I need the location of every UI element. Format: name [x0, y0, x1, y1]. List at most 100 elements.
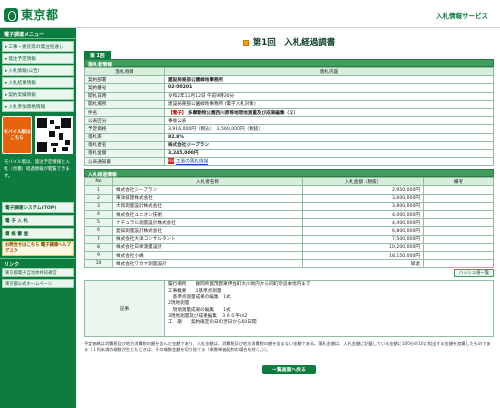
- table-row: 9 株式会社小嶋 18,150,000円: [84, 250, 494, 261]
- col-value-header: 落札内容: [164, 66, 494, 77]
- sidebar-item-bid-notice[interactable]: 入札情報(公告): [2, 65, 74, 76]
- bid-note: [423, 250, 494, 261]
- row-label: 件名: [84, 107, 165, 118]
- sidebar-item-outlook[interactable]: 工事・委託等の発注見通し: [2, 41, 74, 52]
- table-header-row: No 入札者名称 入札金額（税抜） 備考: [84, 177, 494, 187]
- row-value: 82.8%: [164, 132, 494, 142]
- sidebar-heading: 電子調達メニュー: [0, 28, 76, 39]
- sidebar-item-qualification[interactable]: 入札参加資格情報: [2, 101, 74, 112]
- row-value: 3,245,000円: [164, 148, 494, 159]
- tokyo-emblem-icon: [4, 7, 18, 22]
- table-row: 記事 履行場所 静岡県賀茂郡東伊豆町大川地内から同町奈良本地内まで 工事概要 1…: [84, 280, 494, 338]
- table-row: 契約番号 02-00201: [84, 83, 494, 93]
- bid-note: [423, 185, 494, 195]
- links-heading: リンク: [0, 257, 76, 268]
- notice-cell: PDF工事の落札情報: [164, 157, 494, 167]
- row-label: 公表通知書: [84, 157, 165, 167]
- subject-text: 多摩動物公園西川原等地現地測量及び成果編集（２）: [188, 110, 299, 116]
- sidebar-item-contract-record[interactable]: 契約実績情報: [2, 89, 74, 100]
- table-row: 2 東洋技建株式会社 3,600,000円: [84, 193, 494, 203]
- table-row: 4 株式会社ユニオン技術 4,000,000円: [84, 209, 494, 220]
- back-wrap: 一覧画面へ戻る: [84, 365, 494, 375]
- mobile-note: モバイル版は、発注予定情報と入札（見積）経過情報が閲覧できます。: [4, 159, 70, 179]
- table-row: 6 愛知測量設計株式会社 6,800,000円: [84, 226, 494, 236]
- table-row: 開札日時 令和2年11月12日 午前9時30分: [84, 91, 494, 101]
- pdf-icon: PDF: [168, 158, 175, 165]
- contract-table: 落札項目 落札内容 契約部署 建設局東部公園緑地事務所 契約番号 02-00201 …: [84, 66, 494, 167]
- bid-note: [423, 193, 494, 203]
- hash-list-button[interactable]: ハッシュ値一覧: [453, 269, 494, 278]
- sidebar-item-bid-result[interactable]: 入札結果情報: [2, 77, 74, 88]
- main-content: 第1回 入札経過調書 第 1回 落札者情報 落札項目 落札内容 契約部署 建設局東…: [84, 28, 494, 375]
- bid-amount: 3,800,000円: [302, 201, 424, 212]
- link-tokyo-official[interactable]: 東京都公式ホームページ: [2, 278, 74, 288]
- row-label: 公表区分: [84, 116, 165, 126]
- title-marker-icon: [242, 39, 249, 46]
- bid-amount: 3,600,000円: [302, 193, 424, 203]
- mobile-section: モバイル版はこちら: [2, 115, 74, 156]
- table-row: 3 大和測量設計株式会社 3,800,000円: [84, 201, 494, 212]
- tokyo-logo[interactable]: 東京都: [4, 6, 59, 23]
- bid-no: 10: [84, 259, 113, 269]
- notice-link[interactable]: 工事の落札情報: [176, 160, 208, 165]
- round-tab: 第 1回: [84, 51, 111, 59]
- e-procurement-top-link[interactable]: 電子調達システム(TOP): [2, 201, 74, 213]
- table-row: 公表通知書 PDF工事の落札情報: [84, 157, 494, 167]
- sidebar-menu: 工事・委託等の発注見通し 発注予定情報 入札情報(公告) 入札結果情報 契約実績…: [0, 39, 76, 112]
- page-title: 第1回 入札経過調書: [252, 38, 336, 48]
- back-to-list-button[interactable]: 一覧画面へ戻る: [262, 365, 316, 375]
- table-row: 10 株式会社ワカヤ測量設計 辞退: [84, 259, 494, 269]
- bid-amount: 4,400,000円: [302, 218, 424, 228]
- table-row: 8 株式会社日栄測量設計 10,200,000円: [84, 242, 494, 252]
- link-e-government[interactable]: 東京都電子自治体共同運営: [2, 267, 74, 277]
- table-row: 落札金額 3,245,000円: [84, 148, 494, 159]
- bid-no: 2: [84, 193, 113, 203]
- table-row: 予定価格 3,916,000円（税込） 3,560,000円（税抜）: [84, 124, 494, 134]
- row-value: 3,916,000円（税込） 3,560,000円（税抜）: [164, 124, 494, 134]
- remarks-label: 記事: [84, 280, 165, 338]
- bid-amount: 4,000,000円: [302, 209, 424, 220]
- mobile-button[interactable]: モバイル版はこちら: [2, 115, 32, 154]
- bid-no: 1: [84, 185, 113, 195]
- bid-name: 株式会社ユニオン技術: [112, 209, 303, 220]
- table-row: 落札率 82.8%: [84, 132, 494, 142]
- bid-no: 3: [84, 201, 113, 212]
- bid-no: 6: [84, 226, 113, 236]
- bid-amount: 6,800,000円: [302, 226, 424, 236]
- bid-amount: 18,150,000円: [302, 250, 424, 261]
- qr-code-icon: [35, 115, 73, 154]
- remarks-table: 記事 履行場所 静岡県賀茂郡東伊豆町大川地内から同町奈良本地内まで 工事概要 1…: [84, 280, 494, 338]
- row-value: 02-00201: [164, 83, 494, 93]
- sidebar-item-order-plan[interactable]: 発注予定情報: [2, 53, 74, 64]
- inquiry-link[interactable]: お問合せはこちら 電子調達ヘルプデスク: [2, 240, 74, 256]
- bid-name: 株式会社ジープラン: [112, 185, 303, 195]
- row-value: 令和2年11月12日 午前9時30分: [164, 91, 494, 101]
- bid-amount: 7,500,000円: [302, 234, 424, 244]
- bid-name: 株式会社大洋コンサルタント: [112, 234, 303, 244]
- bid-name: 株式会社小嶋: [112, 250, 303, 261]
- contract-section-title: 落札者情報: [84, 59, 494, 68]
- bids-section-title: 入札経過情報: [84, 169, 494, 178]
- table-row: 落札者名 株式会社ジープラン: [84, 140, 494, 150]
- bid-amount: 10,200,000円: [302, 242, 424, 252]
- row-label: 落札者名: [84, 140, 165, 150]
- bid-note: [423, 209, 494, 220]
- bid-name-header: 入札者名称: [112, 177, 303, 187]
- row-label: 契約部署: [84, 75, 165, 85]
- row-label: 予定価格: [84, 124, 165, 134]
- bid-no: 9: [84, 250, 113, 261]
- bid-note: [423, 259, 494, 269]
- table-row: 公表区分 事後公表: [84, 116, 494, 126]
- history-row: ハッシュ値一覧: [84, 268, 494, 280]
- row-value: 建設局東部公園緑地事務所: [164, 75, 494, 85]
- bid-no-header: No: [84, 177, 113, 187]
- qualification-review-link[interactable]: 資 格 審 査: [2, 227, 74, 239]
- sidebar: 電子調達メニュー 工事・委託等の発注見通し 発注予定情報 入札情報(公告) 入札…: [0, 28, 76, 408]
- bid-note: [423, 201, 494, 212]
- bid-note: [423, 242, 494, 252]
- table-row: 件名 【電子】 多摩動物公園西川原等地現地測量及び成果編集（２）: [84, 107, 494, 118]
- bid-no: 4: [84, 209, 113, 220]
- row-label: 落札率: [84, 132, 165, 142]
- e-bidding-link[interactable]: 電 子 入 札: [2, 214, 74, 226]
- bid-amount-header: 入札金額（税抜）: [302, 177, 424, 187]
